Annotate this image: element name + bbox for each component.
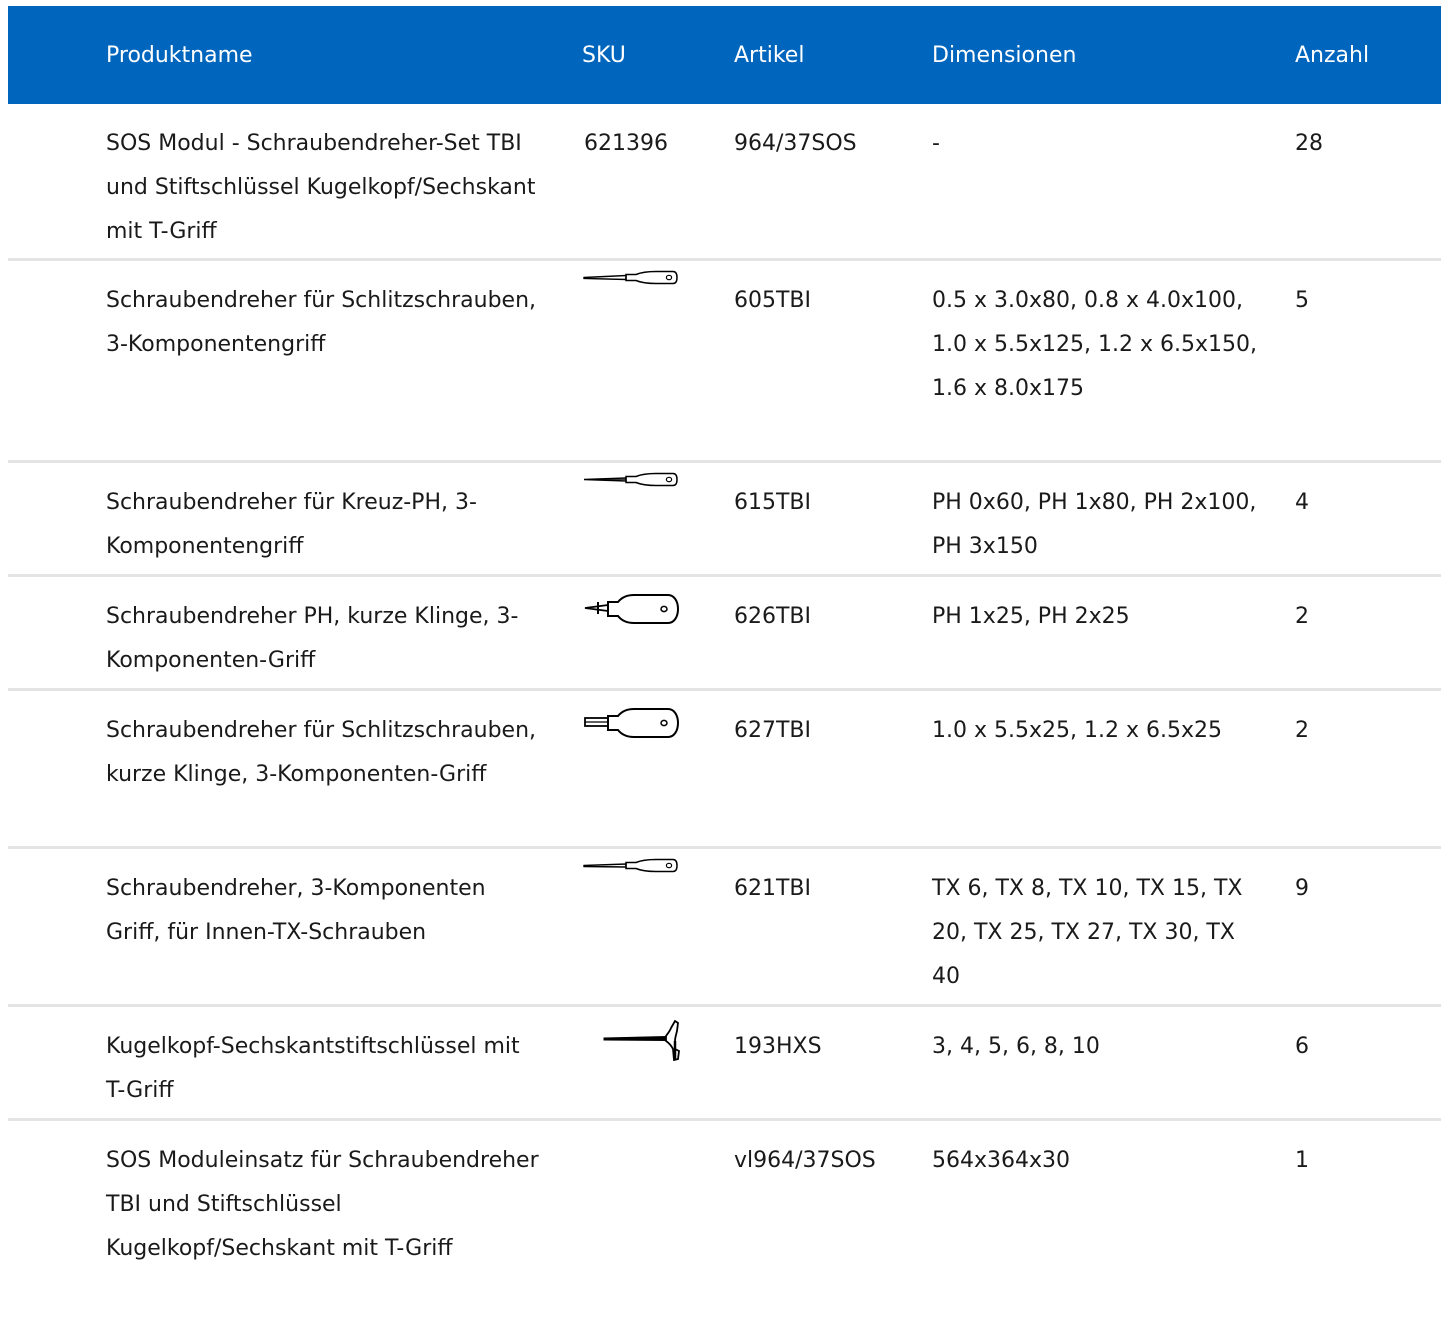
dimensions: PH 0x60, PH 1x80, PH 2x100, PH 3x150 (932, 490, 1257, 559)
product-name: SOS Modul - Schraubendreher-Set TBI und … (106, 131, 536, 244)
table-row: Schraubendreher für Schlitzschrauben, ku… (8, 691, 1441, 849)
quantity: 2 (1295, 604, 1309, 629)
quantity: 1 (1295, 1148, 1309, 1173)
artikel-number[interactable]: 626TBI (734, 595, 914, 639)
dimensions: 3, 4, 5, 6, 8, 10 (932, 1034, 1100, 1059)
column-header-artikel[interactable]: Artikel (734, 42, 804, 70)
long-slotted-screwdriver-icon (582, 269, 678, 287)
artikel-number[interactable]: vl964/37SOS (734, 1139, 914, 1183)
table-row: SOS Moduleinsatz für Schraubendreher TBI… (8, 1121, 1441, 1317)
product-name: Schraubendreher PH, kurze Klinge, 3-Komp… (106, 604, 519, 673)
table-row: Schraubendreher für Kreuz-PH, 3-Komponen… (8, 463, 1441, 577)
dimensions: 564x364x30 (932, 1148, 1071, 1173)
column-header-produktname[interactable]: Produktname (106, 42, 253, 70)
table-row: Kugelkopf-Sechskantstiftschlüssel mit T-… (8, 1007, 1441, 1121)
sku-value: 621396 (584, 131, 668, 156)
dimensions: - (932, 131, 940, 156)
table-row: Schraubendreher, 3-Komponenten Griff, fü… (8, 849, 1441, 1007)
long-phillips-screwdriver-icon (582, 471, 678, 489)
artikel-number[interactable]: 964/37SOS (734, 122, 914, 166)
artikel-number[interactable]: 193HXS (734, 1025, 914, 1069)
table-row: Schraubendreher PH, kurze Klinge, 3-Komp… (8, 577, 1441, 691)
table-header: Produktname SKU Artikel Dimensionen Anza… (8, 6, 1441, 104)
product-name: Schraubendreher für Kreuz-PH, 3-Komponen… (106, 490, 477, 559)
quantity: 6 (1295, 1034, 1309, 1059)
product-name: SOS Moduleinsatz für Schraubendreher TBI… (106, 1148, 539, 1261)
product-name: Schraubendreher, 3-Komponenten Griff, fü… (106, 876, 486, 945)
dimensions: 0.5 x 3.0x80, 0.8 x 4.0x100, 1.0 x 5.5x1… (932, 288, 1257, 401)
product-name: Schraubendreher für Schlitzschrauben, 3-… (106, 288, 537, 357)
artikel-number[interactable]: 605TBI (734, 279, 914, 323)
artikel-number[interactable]: 621TBI (734, 867, 914, 911)
quantity: 5 (1295, 288, 1309, 313)
long-torx-screwdriver-icon (582, 857, 678, 875)
product-table: Produktname SKU Artikel Dimensionen Anza… (8, 6, 1441, 1317)
table-row: SOS Modul - Schraubendreher-Set TBI und … (8, 104, 1441, 261)
t-handle-hex-key-icon (582, 1019, 682, 1061)
product-name: Schraubendreher für Schlitzschrauben, ku… (106, 718, 537, 787)
quantity: 28 (1295, 131, 1323, 156)
artikel-number[interactable]: 615TBI (734, 481, 914, 525)
quantity: 9 (1295, 876, 1309, 901)
stubby-phillips-screwdriver-icon (582, 591, 682, 627)
table-row: Schraubendreher für Schlitzschrauben, 3-… (8, 261, 1441, 463)
quantity: 2 (1295, 718, 1309, 743)
artikel-number[interactable]: 627TBI (734, 709, 914, 753)
product-name: Kugelkopf-Sechskantstiftschlüssel mit T-… (106, 1034, 520, 1103)
column-header-dimensionen[interactable]: Dimensionen (932, 42, 1076, 70)
column-header-sku[interactable]: SKU (582, 42, 626, 70)
stubby-slotted-screwdriver-icon (582, 705, 682, 741)
column-header-anzahl[interactable]: Anzahl (1295, 42, 1369, 70)
quantity: 4 (1295, 490, 1309, 515)
dimensions: TX 6, TX 8, TX 10, TX 15, TX 20, TX 25, … (932, 876, 1243, 989)
dimensions: 1.0 x 5.5x25, 1.2 x 6.5x25 (932, 718, 1222, 743)
dimensions: PH 1x25, PH 2x25 (932, 604, 1130, 629)
